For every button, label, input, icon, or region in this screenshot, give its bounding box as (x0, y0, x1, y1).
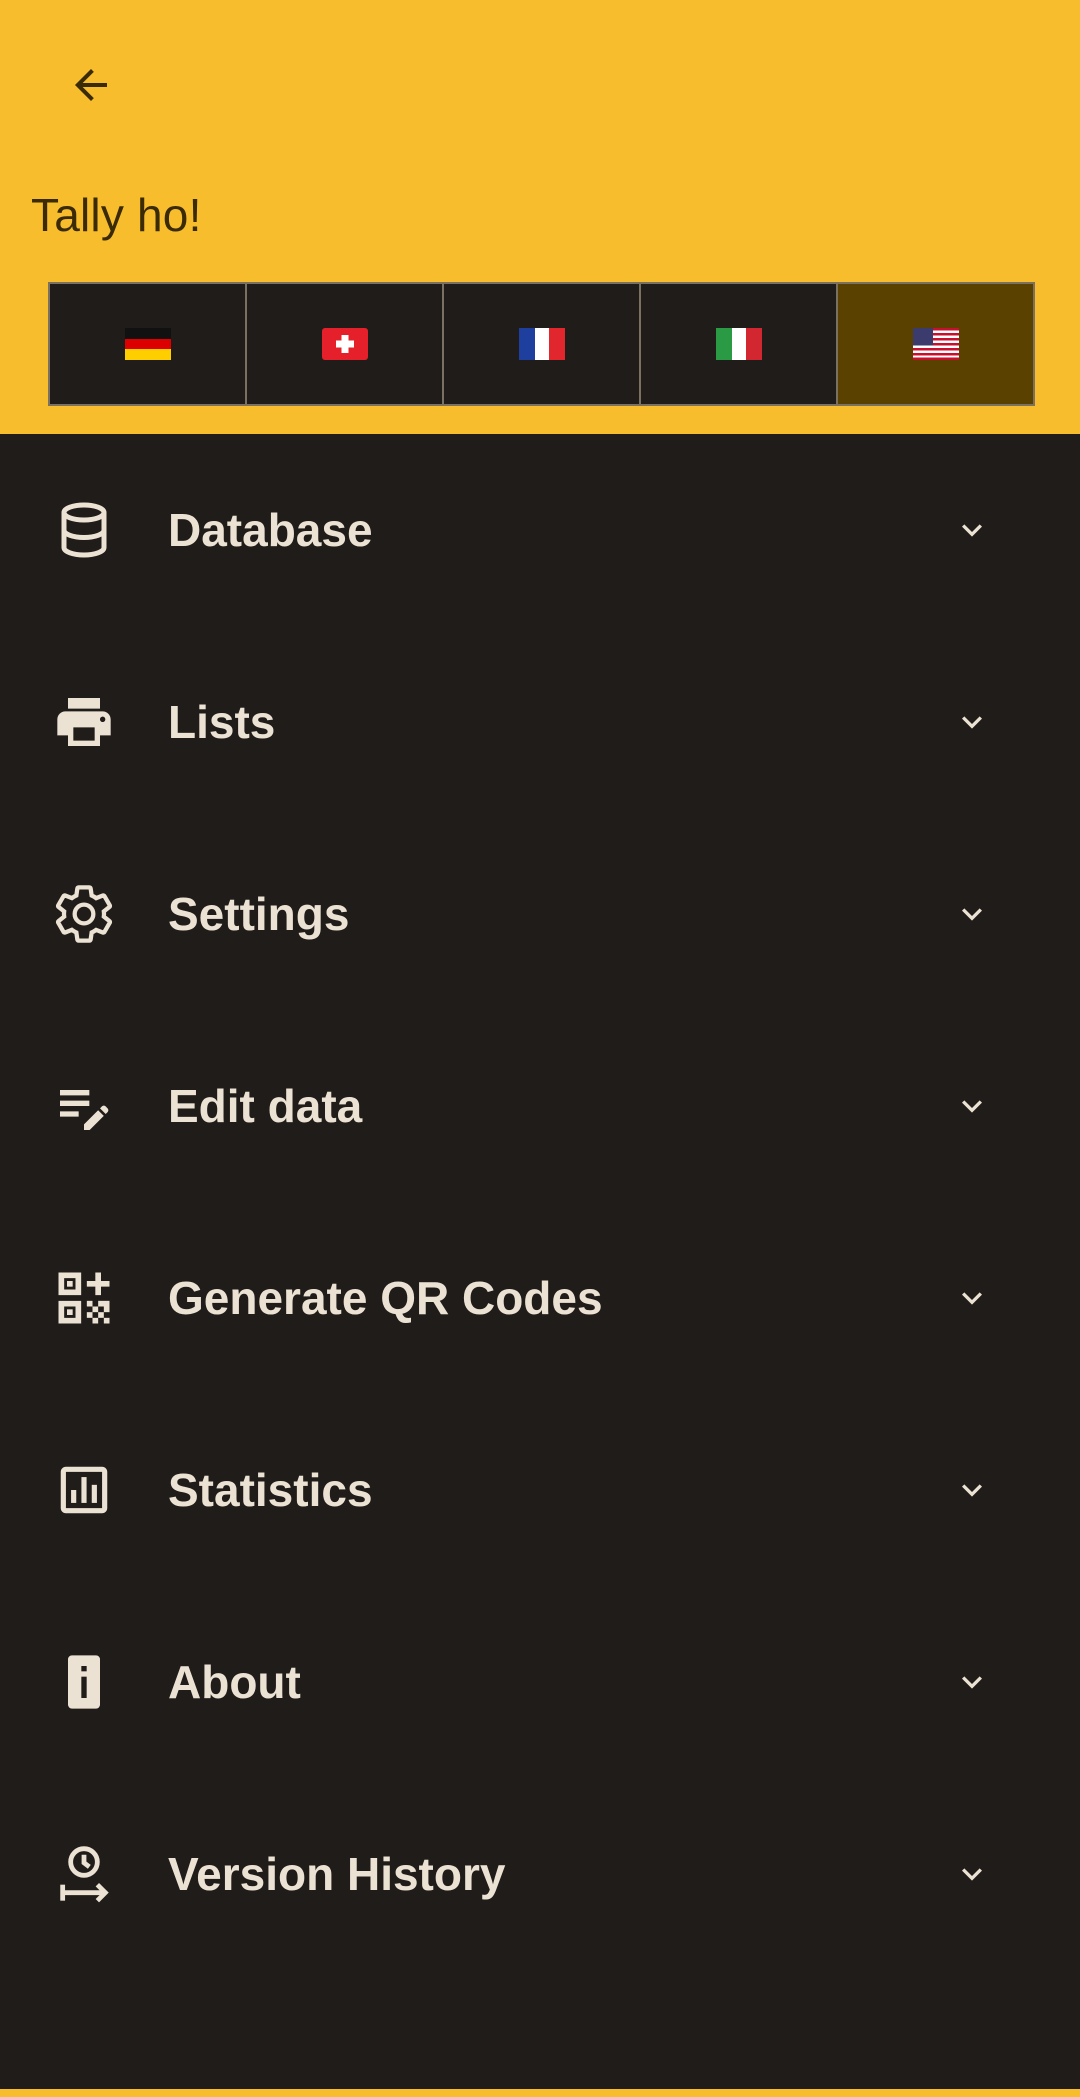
chevron-down-icon[interactable] (948, 698, 996, 746)
chevron-down-icon[interactable] (948, 890, 996, 938)
menu-item-label: Generate QR Codes (168, 1272, 603, 1324)
chevron-down-icon[interactable] (948, 506, 996, 554)
menu-item-edit-data[interactable]: Edit data (0, 1010, 1080, 1202)
menu-item-database[interactable]: Database (0, 434, 1080, 626)
chevron-down-icon[interactable] (948, 1850, 996, 1898)
menu-item-label: Version History (168, 1848, 506, 1900)
language-option-italian[interactable] (641, 284, 838, 404)
menu-item-label: About (168, 1656, 301, 1708)
menu-item-generate-qr-codes[interactable]: Generate QR Codes (0, 1202, 1080, 1394)
database-icon (50, 496, 118, 564)
menu-item-version-history[interactable]: Version History (0, 1778, 1080, 1970)
qr-code-icon (50, 1264, 118, 1332)
header: Tally ho! (0, 0, 1080, 434)
language-option-us[interactable] (838, 284, 1033, 404)
arrow-back-icon (75, 69, 107, 101)
menu-item-label: Statistics (168, 1464, 373, 1516)
edit-note-icon (50, 1072, 118, 1140)
language-option-swiss[interactable] (247, 284, 444, 404)
menu-item-label: Database (168, 504, 373, 556)
menu-item-label: Settings (168, 888, 350, 940)
language-option-french[interactable] (444, 284, 641, 404)
history-icon (50, 1840, 118, 1908)
chevron-down-icon[interactable] (948, 1658, 996, 1706)
menu-item-label: Lists (168, 696, 276, 748)
bar-chart-icon (50, 1456, 118, 1524)
menu-item-statistics[interactable]: Statistics (0, 1394, 1080, 1586)
info-icon (50, 1648, 118, 1716)
chevron-down-icon[interactable] (948, 1274, 996, 1322)
language-option-german[interactable] (50, 284, 247, 404)
us-flag-icon (912, 328, 959, 360)
swiss-flag-icon (321, 328, 368, 360)
gear-icon (50, 880, 118, 948)
menu-list: Database Lists Settings Edit data Genera… (0, 434, 1080, 1970)
menu-item-settings[interactable]: Settings (0, 818, 1080, 1010)
back-button[interactable] (50, 44, 132, 126)
chevron-down-icon[interactable] (948, 1466, 996, 1514)
german-flag-icon (124, 328, 171, 360)
page-title: Tally ho! (31, 189, 202, 241)
printer-icon (50, 688, 118, 756)
menu-item-about[interactable]: About (0, 1586, 1080, 1778)
menu-item-label: Edit data (168, 1080, 363, 1132)
bottom-accent-bar (0, 2089, 1080, 2097)
french-flag-icon (518, 328, 565, 360)
italian-flag-icon (715, 328, 762, 360)
chevron-down-icon[interactable] (948, 1082, 996, 1130)
menu-item-lists[interactable]: Lists (0, 626, 1080, 818)
language-selector (48, 282, 1035, 406)
